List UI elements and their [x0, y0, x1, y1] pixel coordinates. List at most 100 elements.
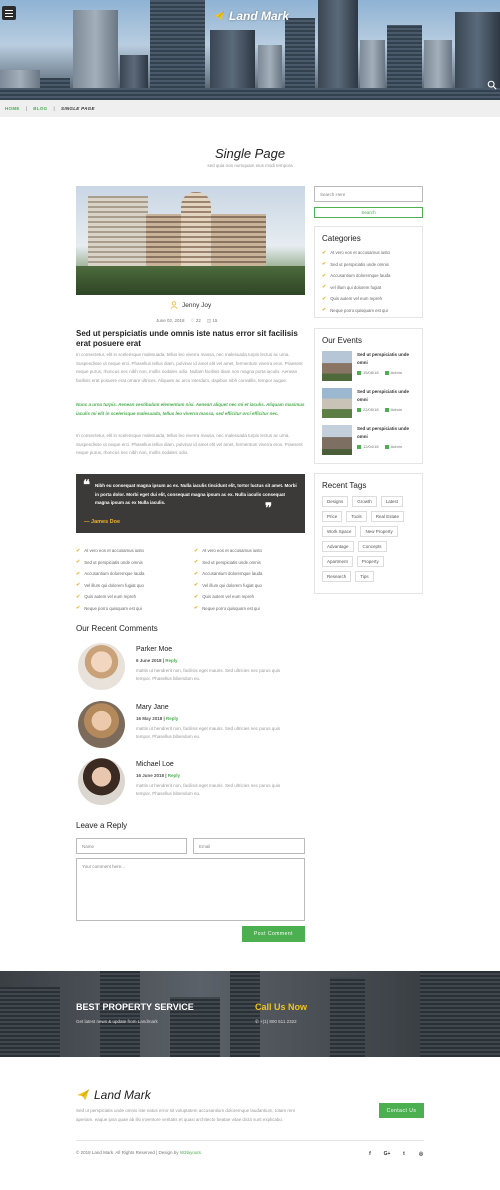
list-item: ✔ At vero eos et accusamus iusto: [76, 547, 144, 554]
event-thumbnail: [322, 388, 352, 418]
list-item: ✔ Quis autem vel eum repreh: [194, 593, 255, 600]
list-item: ✔ Quis autem vel eum repreh: [76, 593, 137, 600]
designer-link[interactable]: W3layouts: [180, 1150, 201, 1155]
calendar-icon: [357, 444, 361, 449]
phone-number[interactable]: ✆ +(1) 800 511 2322: [255, 1019, 297, 1025]
breadcrumb: HOME | BLOG | SINGLE PAGE: [0, 100, 500, 117]
post-author: Jenny Joy: [170, 301, 211, 309]
google-plus-icon[interactable]: G+: [383, 1150, 391, 1158]
category-item[interactable]: ✔ Sed ut perspiciatis unde omnis: [322, 259, 415, 271]
dribbble-icon[interactable]: ◎: [417, 1150, 425, 1158]
check-icon: ✔: [194, 570, 199, 577]
event-item[interactable]: Sed ut perspiciatis unde omni 15/08/18 Ad…: [322, 351, 415, 388]
post-meta: June 02, 2018 ♡ 22 ◫ 15: [156, 318, 217, 324]
tag[interactable]: Tips: [355, 571, 374, 582]
category-item[interactable]: ✔ At vero eos et accusamus iusto: [322, 247, 415, 259]
banner-subtext: Get latest news & update from Landmark: [76, 1019, 158, 1024]
post-likes[interactable]: ♡ 22: [191, 318, 201, 324]
check-icon: ✔: [194, 605, 199, 612]
social-links: f G+ t ◎: [366, 1150, 425, 1158]
post-author-name: Jenny Joy: [182, 301, 212, 309]
check-icon: ✔: [322, 249, 327, 256]
tag-list: Designs Growth Latest Price Tools Real E…: [322, 496, 415, 582]
calendar-icon: [357, 407, 361, 412]
comment-author: Mary Jane: [136, 704, 169, 711]
event-meta: 12/04/18 Admin: [357, 444, 402, 449]
banner-heading: BEST PROPERTY SERVICE: [76, 1002, 194, 1012]
post-image: [76, 186, 305, 295]
search-button[interactable]: Search: [314, 207, 423, 218]
reply-link[interactable]: Reply: [165, 658, 177, 663]
contact-us-button[interactable]: Contact Us: [379, 1103, 424, 1118]
tag[interactable]: Latest: [380, 496, 404, 507]
tag[interactable]: Growth: [352, 496, 377, 507]
event-title: Sed ut perspiciatis unde omni: [357, 389, 410, 402]
check-icon: ✔: [322, 295, 327, 302]
quote-open-icon: ❝: [83, 477, 90, 492]
tag[interactable]: Designs: [322, 496, 349, 507]
breadcrumb-blog[interactable]: BLOG: [33, 106, 47, 111]
tag[interactable]: Concepts: [357, 541, 387, 552]
check-icon: ✔: [76, 593, 81, 600]
reply-link[interactable]: Reply: [166, 716, 178, 721]
email-field[interactable]: Email: [193, 838, 305, 854]
tag[interactable]: Real Estate: [370, 511, 405, 522]
checklist: ✔ At vero eos et accusamus iusto ✔ At vero…: [76, 545, 305, 614]
user-icon: [384, 407, 389, 412]
check-icon: ✔: [322, 284, 327, 291]
heart-icon: ♡: [190, 318, 195, 323]
footer-logo[interactable]: Land Mark: [76, 1088, 151, 1102]
category-item[interactable]: ✔ vel illum qui dolorem fugiat: [322, 282, 415, 294]
tag[interactable]: Tools: [346, 511, 367, 522]
tag[interactable]: Apartment: [322, 556, 353, 567]
quote-close-icon: ❞: [265, 500, 272, 515]
categories-panel: Categories ✔ At vero eos et accusamus ius…: [314, 226, 423, 318]
post-comments[interactable]: ◫ 15: [207, 318, 218, 324]
tag[interactable]: New Property: [360, 526, 398, 537]
tag[interactable]: Price: [322, 511, 343, 522]
comment-author: Michael Loe: [136, 761, 174, 768]
comments-heading: Our Recent Comments: [76, 624, 158, 633]
categories-heading: Categories: [322, 234, 361, 243]
tag[interactable]: Research: [322, 571, 352, 582]
events-panel: Our Events Sed ut perspiciatis unde omni…: [314, 328, 423, 464]
event-item[interactable]: Sed ut perspiciatis unde omni 22/05/18 Ad…: [322, 388, 415, 425]
check-icon: ✔: [194, 547, 199, 554]
search-icon[interactable]: [487, 80, 497, 90]
tag[interactable]: Work Space: [322, 526, 357, 537]
post-likes-count: 22: [195, 318, 201, 323]
name-field[interactable]: Name: [76, 838, 187, 854]
search-input[interactable]: Search Here: [314, 186, 423, 202]
post-comment-button[interactable]: Post Comment: [242, 926, 305, 942]
comment-textarea[interactable]: Your comment here...: [76, 858, 305, 921]
breadcrumb-separator: |: [25, 106, 28, 111]
reply-link[interactable]: Reply: [168, 773, 180, 778]
event-meta: 22/05/18 Admin: [357, 407, 402, 412]
category-item[interactable]: ✔ Neque porro quisquam est qui: [322, 305, 415, 317]
category-item[interactable]: ✔ Quis autem vel eum repreh: [322, 293, 415, 305]
reply-heading: Leave a Reply: [76, 821, 128, 830]
call-heading: Call Us Now: [255, 1002, 308, 1012]
header-logo[interactable]: Land Mark: [213, 9, 289, 23]
post-comments-count: 15: [212, 318, 218, 323]
event-item[interactable]: Sed ut perspiciatis unde omni 12/04/18 Ad…: [322, 425, 415, 462]
avatar: [78, 701, 125, 748]
footer-description: Sed ut perspiciatis unde omnis iste natu…: [76, 1108, 296, 1122]
comment-text: mattis ut hendrerit non, facilisis eget …: [136, 726, 281, 739]
copyright: © 2018 Land Mark. All Rights Reserved | …: [76, 1150, 201, 1155]
twitter-icon[interactable]: t: [400, 1150, 408, 1158]
facebook-icon[interactable]: f: [366, 1150, 374, 1158]
events-heading: Our Events: [322, 336, 363, 345]
tag[interactable]: Property: [356, 556, 384, 567]
menu-button[interactable]: [2, 6, 16, 20]
tag[interactable]: Advantage: [322, 541, 354, 552]
comment-text: mattis ut hendrerit non, facilisis eget …: [136, 783, 281, 796]
comment-author: Parker Moe: [136, 646, 173, 653]
paper-plane-icon: [77, 1089, 90, 1101]
check-icon: ✔: [322, 261, 327, 268]
comment-icon: ◫: [206, 318, 212, 323]
user-icon: [384, 444, 389, 449]
breadcrumb-home[interactable]: HOME: [5, 106, 20, 111]
check-icon: ✔: [322, 307, 327, 314]
category-item[interactable]: ✔ Accusantium doloremque lauda: [322, 270, 415, 282]
